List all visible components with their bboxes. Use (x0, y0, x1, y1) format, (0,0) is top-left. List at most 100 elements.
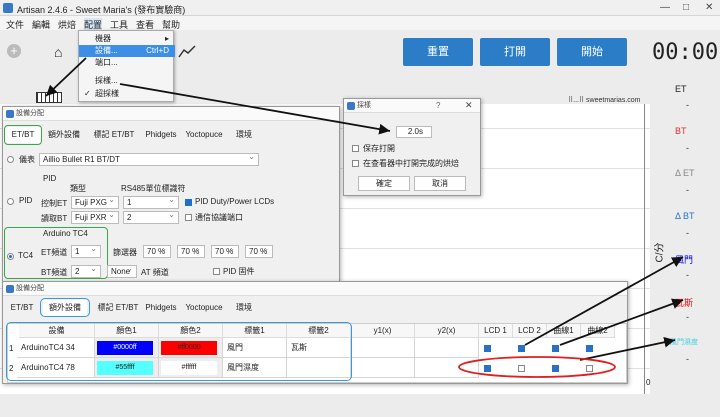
filter-2-select[interactable]: 70 % (177, 243, 205, 258)
minimize-button[interactable]: — (660, 2, 670, 13)
pid-duty-checkbox[interactable] (185, 199, 192, 206)
window-title: Artisan 2.4.6 - Sweet Maria's (發布實驗商) (17, 5, 186, 15)
close-icon[interactable]: ✕ (465, 100, 473, 111)
app-icon (347, 102, 355, 110)
meter-label: 儀表 (19, 155, 35, 164)
tab-yoctopuce[interactable]: Yoctopuce (183, 300, 225, 316)
lcd-icon (36, 92, 62, 103)
lcd2-checkbox[interactable] (518, 345, 525, 352)
fan-humidity-label: 風門濕度 (670, 339, 698, 346)
col-curve2: 曲線2 (581, 324, 615, 338)
open-button[interactable]: 打開 (480, 38, 550, 66)
lcd1-checkbox[interactable] (484, 345, 491, 352)
menu-item-sampling[interactable]: 採樣... (79, 75, 175, 87)
keep-open-checkbox[interactable] (352, 145, 359, 152)
filter-4-select[interactable]: 70 % (245, 243, 273, 258)
at-channel-select[interactable]: None (107, 263, 137, 278)
pid-firmware-checkbox[interactable] (213, 268, 220, 275)
tab-yoctopuce[interactable]: Yoctopuce (183, 127, 225, 143)
pid-firmware-label: PID 固件 (223, 267, 255, 276)
maximize-button[interactable]: □ (683, 2, 689, 13)
rs485-column-header: RS485單位標識符 (121, 184, 186, 193)
tab-mark-et-bt[interactable]: 標記 ET/BT (89, 127, 139, 143)
menu-bar: 文件 編輯 烘焙 配置 工具 查看 幫助 (0, 16, 720, 31)
tab-environment[interactable]: 環境 (229, 300, 259, 316)
dialog-title: 設備分配 (3, 107, 339, 121)
help-button[interactable]: ? (436, 101, 440, 110)
control-et-type-select[interactable]: Fuji PXG (71, 194, 119, 209)
title-bar: Artisan 2.4.6 - Sweet Maria's (發布實驗商) — … (0, 0, 720, 16)
config-menu: 機器 ▸ 設備... Ctrl+D 端口... 採樣... ✓ 超採樣 (78, 30, 175, 102)
comm-port-checkbox[interactable] (185, 214, 192, 221)
menu-item-ports[interactable]: 端口... (79, 57, 175, 69)
reset-button[interactable]: 重置 (403, 38, 473, 66)
col-lcd1: LCD 1 (479, 324, 513, 338)
delta-bt-label: Δ BT (675, 211, 695, 221)
col-lcd2: LCD 2 (513, 324, 547, 338)
lcd2-checkbox[interactable] (518, 365, 525, 372)
comm-port-label: 通信協議端口 (195, 213, 243, 222)
cancel-button[interactable]: 取消 (414, 176, 466, 191)
y2-input[interactable] (415, 358, 479, 378)
menu-item-machine[interactable]: 機器 ▸ (79, 33, 175, 45)
pid-radio[interactable] (7, 198, 14, 205)
dialog-title: 設備分配 (3, 282, 627, 296)
fan-label: 風門 (675, 255, 694, 265)
axis-zero-label: 0 (646, 378, 651, 387)
et-label: ET (675, 84, 687, 94)
curve2-checkbox[interactable] (586, 365, 593, 372)
sampling-dialog: 採樣 ? ✕ 2.0s 保存打開 在查看器中打開完成的烘焙 確定 取消 (343, 98, 481, 196)
read-bt-type-select[interactable]: Fuji PXR (71, 209, 119, 224)
axis-label-c: C/分 (654, 242, 666, 263)
gas-label: 瓦斯 (675, 298, 694, 308)
tab-environment[interactable]: 環境 (229, 127, 259, 143)
ok-button[interactable]: 確定 (358, 176, 410, 191)
tab-extra-devices[interactable]: 額外設備 (44, 127, 84, 143)
control-et-label: 控制ET (41, 199, 68, 208)
col-y1: y1(x) (351, 324, 415, 338)
read-bt-label: 讀取BT (41, 214, 68, 223)
col-curve1: 曲線1 (547, 324, 581, 338)
y2-input[interactable] (415, 338, 479, 358)
y1-input[interactable] (351, 338, 415, 358)
pid-header: PID (43, 174, 57, 183)
close-button[interactable]: ✕ (705, 2, 713, 13)
curve1-checkbox[interactable] (552, 345, 559, 352)
at-channel-label: AT 頻道 (141, 268, 169, 277)
chart-icon[interactable] (178, 44, 196, 58)
tab-phidgets[interactable]: Phidgets (143, 300, 179, 316)
curve2-checkbox[interactable] (586, 345, 593, 352)
tab-phidgets[interactable]: Phidgets (143, 127, 179, 143)
read-bt-unit-select[interactable]: 2 (123, 209, 179, 224)
home-icon[interactable]: ⌂ (54, 44, 62, 60)
menu-item-oversampling[interactable]: ✓ 超採樣 (79, 88, 175, 100)
device-dialog-bottom: 設備分配 ET/BT 額外設備 標記 ET/BT Phidgets Yoctop… (2, 281, 628, 384)
col-y2: y2(x) (415, 324, 479, 338)
tab-et-bt[interactable]: ET/BT (5, 300, 39, 316)
lcd1-checkbox[interactable] (484, 365, 491, 372)
y1-input[interactable] (351, 358, 415, 378)
device-dialog-top: 設備分配 ET/BT 額外設備 標記 ET/BT Phidgets Yoctop… (2, 106, 340, 282)
open-completed-label: 在查看器中打開完成的烘焙 (363, 159, 459, 168)
filter-3-select[interactable]: 70 % (211, 243, 239, 258)
app-icon (6, 285, 14, 293)
curve1-checkbox[interactable] (552, 365, 559, 372)
meter-select[interactable]: Aillio Bullet R1 BT/DT (39, 151, 259, 166)
check-icon: ✓ (84, 89, 91, 98)
tab-mark-et-bt[interactable]: 標記 ET/BT (93, 300, 143, 316)
delta-et-label: Δ ET (675, 168, 695, 178)
filter-label: 篩選器 (113, 248, 137, 257)
sampling-interval-spinbox[interactable]: 2.0s (396, 126, 432, 138)
highlight-et-bt-tab (4, 125, 42, 145)
open-completed-checkbox[interactable] (352, 160, 359, 167)
menu-item-devices[interactable]: 設備... Ctrl+D (79, 45, 175, 57)
control-et-unit-select[interactable]: 1 (123, 194, 179, 209)
filter-1-select[interactable]: 70 % (143, 243, 171, 258)
add-icon[interactable]: + (7, 44, 21, 58)
highlight-extra-devices-tab (40, 298, 90, 317)
meter-radio[interactable] (7, 156, 14, 163)
dialog-title: 採樣 (344, 99, 480, 113)
type-column-header: 類型 (70, 184, 86, 193)
start-button[interactable]: 開始 (557, 38, 627, 66)
app-icon (6, 110, 14, 118)
